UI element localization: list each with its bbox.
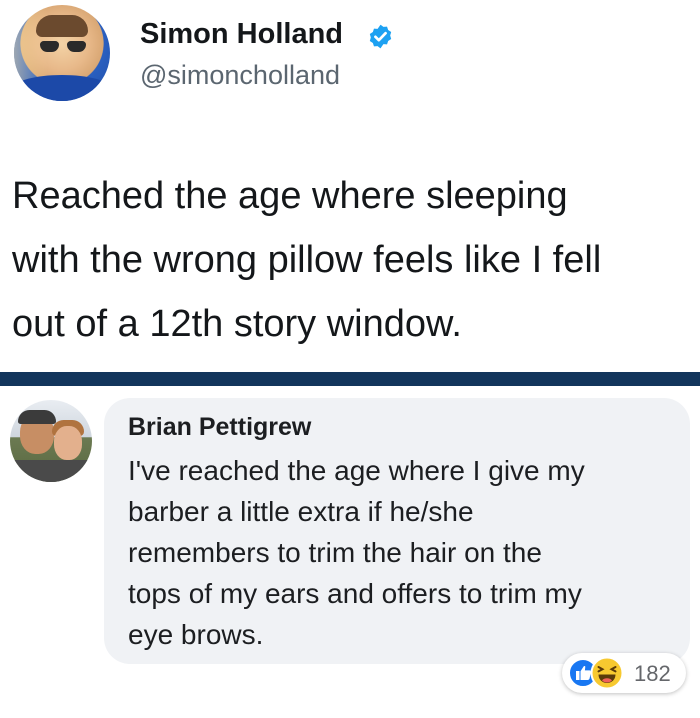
tweet-text-line: Reached the age where sleeping (12, 175, 568, 217)
comment-text-line: tops of my ears and offers to trim my (128, 578, 582, 609)
avatar-child-face (54, 426, 82, 460)
tweet-card: Simon Holland @simoncholland Reached the… (0, 0, 700, 372)
tweet-author-handle[interactable]: @simoncholland (140, 60, 340, 91)
tweet-text-line: out of a 12th story window. (12, 303, 462, 345)
section-divider (0, 372, 700, 386)
tweet-text-line: with the wrong pillow feels like I fell (12, 239, 602, 281)
tweet-author-avatar[interactable] (14, 5, 110, 101)
comment-bubble: Brian Pettigrew I've reached the age whe… (104, 398, 690, 664)
avatar-cap (18, 410, 56, 424)
avatar-clothing (10, 460, 92, 482)
avatar-shirt (14, 75, 110, 101)
reactions-summary[interactable]: 182 (562, 653, 686, 693)
tweet-author-name[interactable]: Simon Holland (140, 18, 343, 51)
avatar-hair (36, 15, 88, 37)
comment-text-line: eye brows. (128, 619, 264, 650)
reaction-count: 182 (634, 661, 671, 686)
comment-text: I've reached the age where I give my bar… (128, 450, 688, 655)
verified-badge-icon (369, 24, 392, 49)
avatar-sunglasses (40, 41, 86, 53)
comment-text-line: I've reached the age where I give my (128, 455, 585, 486)
tweet-text: Reached the age where sleeping with the … (12, 164, 692, 356)
comment-author-name[interactable]: Brian Pettigrew (128, 413, 311, 442)
haha-icon (590, 656, 624, 690)
comment-text-line: remembers to trim the hair on the (128, 537, 542, 568)
comment-text-line: barber a little extra if he/she (128, 496, 474, 527)
comment-author-avatar[interactable] (10, 400, 92, 482)
